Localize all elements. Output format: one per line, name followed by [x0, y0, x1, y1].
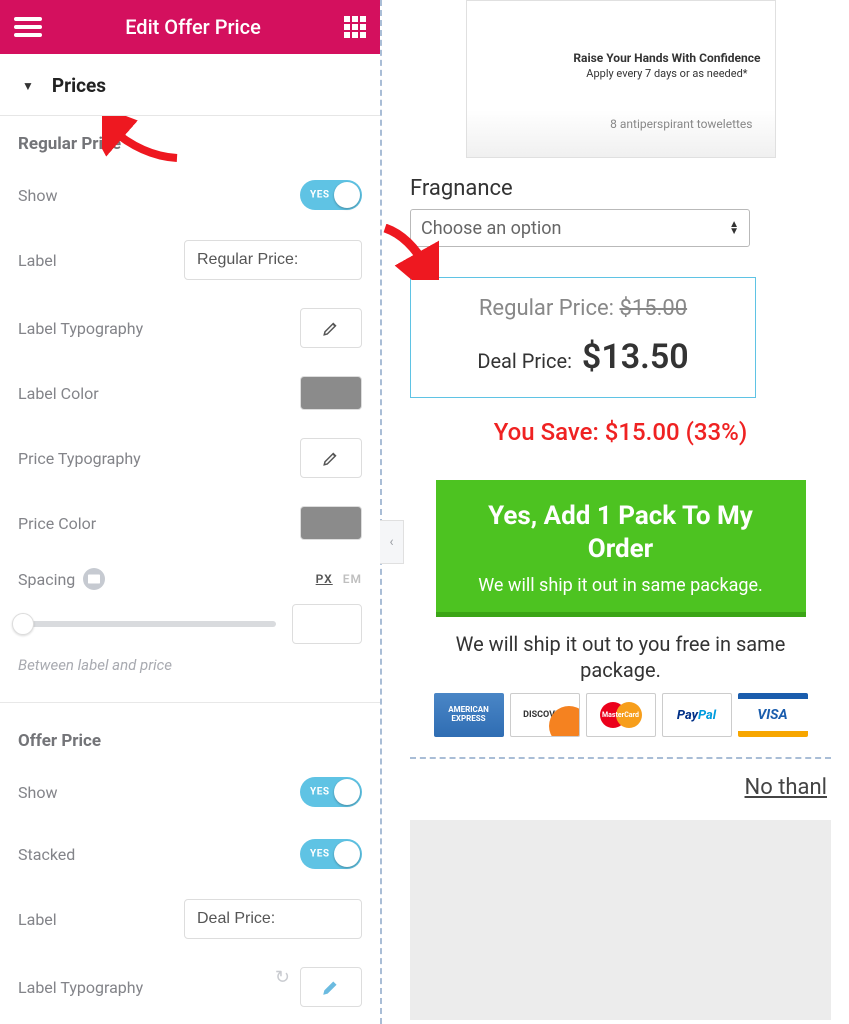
input-offer-label[interactable] [184, 899, 362, 939]
card-mastercard-icon: MasterCard [586, 693, 656, 737]
collapse-panel-button[interactable]: ‹ [380, 520, 404, 564]
divider [0, 702, 380, 703]
select-arrows-icon: ▲▼ [729, 221, 739, 235]
label-stacked: Stacked [18, 845, 184, 864]
hamburger-icon[interactable] [14, 17, 42, 37]
edit-price-typography-button[interactable] [300, 438, 362, 478]
edit-typography-button[interactable] [300, 308, 362, 348]
you-save-text: You Save: $15.00 (33%) [410, 418, 831, 446]
product-tagline: Raise Your Hands With Confidence Apply e… [573, 51, 760, 81]
reset-icon[interactable]: ↻ [275, 967, 290, 1007]
gray-placeholder [410, 820, 831, 1020]
unit-switcher[interactable]: PX EM [316, 572, 362, 586]
group-title-regular: Regular Price [18, 134, 362, 154]
label-show: Show [18, 186, 184, 205]
label-label: Label [18, 251, 184, 270]
product-image: Raise Your Hands With Confidence Apply e… [456, 0, 786, 158]
payment-cards: AMERICAN EXPRESS DISCOVER MasterCard Pay… [410, 693, 831, 737]
responsive-icon[interactable] [83, 568, 105, 590]
editor-sidebar: Edit Offer Price ▼ Prices Regular Price … [0, 0, 382, 1024]
spacing-slider[interactable] [18, 621, 276, 627]
topbar: Edit Offer Price [0, 0, 380, 54]
color-picker-label[interactable] [300, 376, 362, 410]
card-paypal-icon: PayPal [662, 693, 732, 737]
annotation-arrow-icon [379, 224, 439, 280]
product-subtext: 8 antiperspirant towelettes [610, 117, 752, 131]
label-spacing: Spacing [18, 568, 316, 590]
apps-grid-icon[interactable] [344, 16, 366, 38]
accordion-header-prices[interactable]: ▼ Prices [0, 54, 380, 116]
no-thanks-link[interactable]: No thanl [410, 775, 831, 800]
label-offer-label-typography: Label Typography [18, 978, 262, 997]
annotation-arrow-icon [102, 116, 182, 162]
shipping-note: We will ship it out to you free in same … [410, 631, 831, 683]
deal-price-display: Deal Price: $13.50 [423, 337, 743, 377]
label-price-color: Price Color [18, 514, 294, 533]
fragrance-select[interactable]: Choose an option ▲▼ [410, 209, 750, 247]
add-to-order-button[interactable]: Yes, Add 1 Pack To My Order We will ship… [436, 480, 806, 617]
label-label-color: Label Color [18, 384, 294, 403]
label-label-typography: Label Typography [18, 319, 294, 338]
chevron-down-icon: ▼ [22, 79, 34, 93]
fragrance-label: Fragnance [410, 176, 831, 201]
input-regular-label[interactable] [184, 240, 362, 280]
label-show-offer: Show [18, 783, 184, 802]
price-box: Regular Price: $15.00 Deal Price: $13.50 [410, 277, 756, 398]
topbar-title: Edit Offer Price [42, 15, 344, 39]
card-visa-icon: VISA [738, 693, 808, 737]
toggle-stacked[interactable]: YES [300, 839, 362, 869]
preview-pane: ‹ Raise Your Hands With Confidence Apply… [382, 0, 849, 1024]
group-title-offer: Offer Price [18, 731, 362, 751]
label-price-typography: Price Typography [18, 449, 294, 468]
toggle-show-regular[interactable]: YES [300, 180, 362, 210]
card-amex-icon: AMERICAN EXPRESS [434, 693, 504, 737]
spacing-number-input[interactable] [292, 604, 362, 644]
color-picker-price[interactable] [300, 506, 362, 540]
card-discover-icon: DISCOVER [510, 693, 580, 737]
label-offer-label: Label [18, 910, 184, 929]
toggle-show-offer[interactable]: YES [300, 777, 362, 807]
regular-price-display: Regular Price: $15.00 [423, 296, 743, 321]
accordion-title: Prices [52, 74, 106, 97]
panel-body: Regular Price Show YES Label Label Typog… [0, 116, 380, 1024]
spacing-help-text: Between label and price [18, 656, 362, 674]
dashed-separator [410, 757, 831, 759]
edit-offer-label-typography-button[interactable] [300, 967, 362, 1007]
